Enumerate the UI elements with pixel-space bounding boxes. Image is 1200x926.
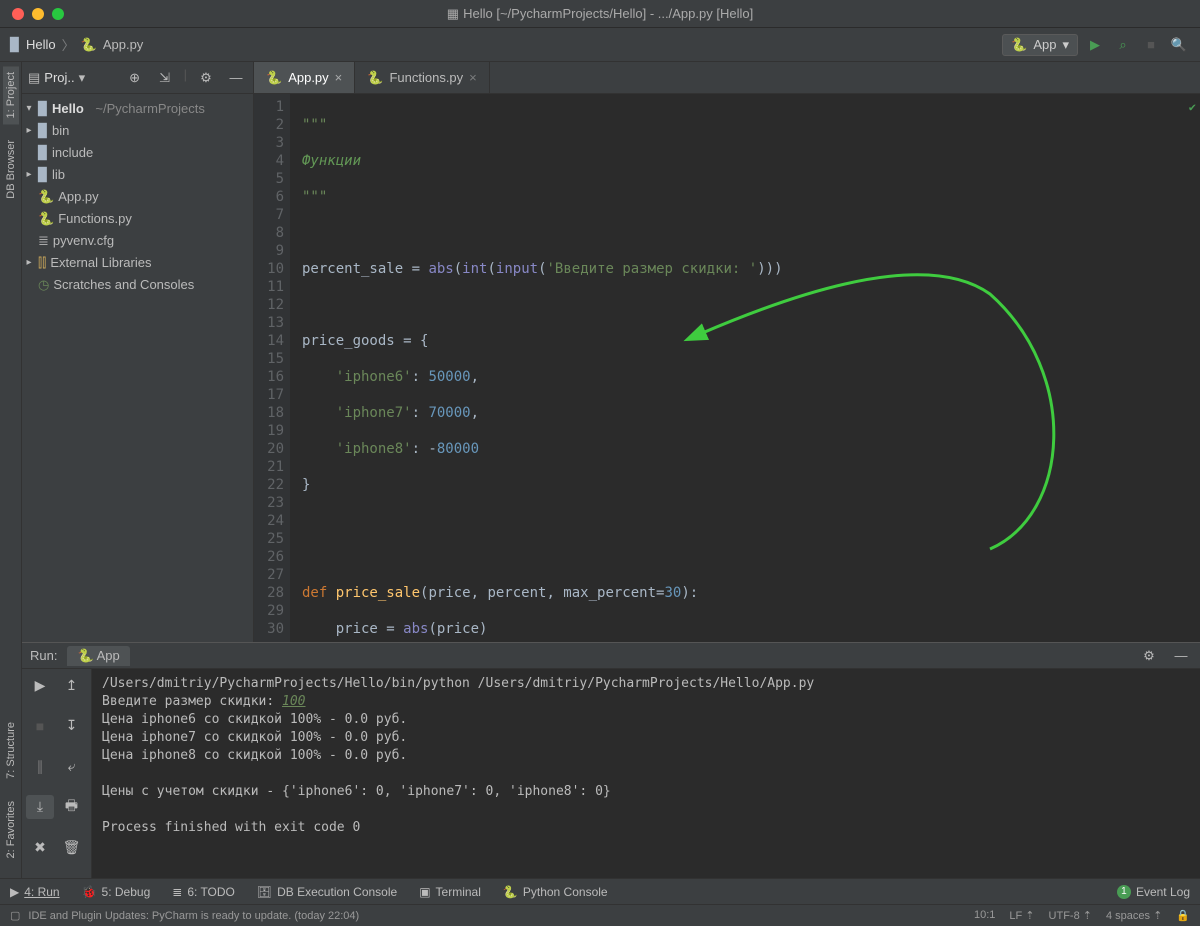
caret-position[interactable]: 10:1 [974,909,995,922]
project-tool-title: Proj.. [44,70,74,85]
run-configuration-selector[interactable]: 🐍 App ▾ [1002,34,1078,56]
python-icon: 🐍 [1011,37,1027,53]
console-output[interactable]: /Users/dmitriy/PycharmProjects/Hello/bin… [92,669,1200,878]
chevron-down-icon[interactable]: ▾ [79,70,86,86]
search-everywhere-icon[interactable]: 🔍 [1168,34,1190,56]
navigation-bar: ▉ Hello 〉 🐍 App.py 🐍 App ▾ ▶ ⌕ ■ 🔍 [0,28,1200,62]
debug-toolwindow-button[interactable]: 🐞 5: Debug [82,885,151,899]
pause-button[interactable]: ∥ [26,754,54,778]
python-console-button[interactable]: 🐍 Python Console [503,885,608,899]
debug-button[interactable]: ⌕ [1112,34,1134,56]
favorites-toolwindow-tab[interactable]: 2: Favorites [3,795,19,864]
tree-external-libs[interactable]: External Libraries [50,253,151,273]
trash-icon[interactable]: 🗑 [58,835,86,859]
status-message: IDE and Plugin Updates: PyCharm is ready… [28,910,359,922]
run-toolwindow-sidebar: ▶ ↥ ■ ↧ ∥ ⤶ ⤓ 🖶 ✖ 🗑 [22,669,92,878]
editor-tabs: 🐍 App.py × 🐍 Functions.py × [254,62,1200,94]
project-sidebar: ▤ Proj.. ▾ ⊕ ⇲ | ⚙ — ▾▉ Hello ~/PycharmP… [22,62,254,642]
run-button[interactable]: ▶ [1084,34,1106,56]
status-bar: ▢ IDE and Plugin Updates: PyCharm is rea… [0,904,1200,926]
tree-file-functions[interactable]: Functions.py [58,209,132,229]
step-down-icon[interactable]: ↧ [58,714,86,738]
tree-scratches[interactable]: Scratches and Consoles [53,275,194,295]
tab-functions[interactable]: 🐍 Functions.py × [355,62,489,93]
window-titlebar: ▦ Hello [~/PycharmProjects/Hello] - .../… [0,0,1200,28]
chevron-right-icon: 〉 [62,35,75,54]
rerun-button[interactable]: ▶ [26,673,54,697]
toolbar-right: 🐍 App ▾ ▶ ⌕ ■ 🔍 [1002,34,1190,56]
run-label: Run: [30,648,57,663]
console-stdin: 100 [282,694,305,709]
indent-setting[interactable]: 4 spaces ⇡ [1106,909,1162,922]
tab-label: App.py [288,70,328,85]
project-sidebar-header: ▤ Proj.. ▾ ⊕ ⇲ | ⚙ — [22,62,253,94]
tree-root-path: ~/PycharmProjects [95,99,204,119]
tree-file-pyvenv[interactable]: pyvenv.cfg [53,231,114,251]
zoom-window-icon[interactable] [52,8,64,20]
tab-label: Functions.py [389,70,463,85]
app-icon: ▦ [447,6,459,22]
todo-toolwindow-button[interactable]: ≣ 6: TODO [172,885,235,899]
project-icon: ▤ [28,70,40,86]
bottom-toolwindow-stripe: ▶ 4: Run 🐞 5: Debug ≣ 6: TODO 🗄 DB Execu… [0,878,1200,904]
breadcrumb-file[interactable]: App.py [103,37,143,52]
stop-button[interactable]: ■ [26,714,54,738]
python-file-icon: 🐍 [81,37,97,53]
folder-icon: ▉ [10,37,20,53]
run-tab[interactable]: 🐍 App [67,646,129,666]
close-icon[interactable]: ✖ [26,835,54,859]
db-browser-toolwindow-tab[interactable]: DB Browser [3,134,19,205]
file-encoding[interactable]: UTF-8 ⇡ [1049,909,1092,922]
project-tree[interactable]: ▾▉ Hello ~/PycharmProjects ▸▉ bin ▉ incl… [22,94,253,300]
print-icon[interactable]: 🖶 [58,795,86,819]
event-log-button[interactable]: 1 Event Log [1117,885,1190,899]
line-separator[interactable]: LF ⇡ [1009,909,1034,922]
step-up-icon[interactable]: ↥ [58,673,86,697]
terminal-toolwindow-button[interactable]: ▣ Terminal [419,885,481,899]
gear-icon[interactable]: ⚙ [1138,645,1160,667]
editor-area: 🐍 App.py × 🐍 Functions.py × ✔︎ 123456789… [254,62,1200,642]
close-icon[interactable]: × [469,70,477,85]
tree-folder-include[interactable]: include [52,143,93,163]
close-icon[interactable]: × [335,70,343,85]
close-window-icon[interactable] [12,8,24,20]
code-editor[interactable]: ✔︎ 1234567891011121314151617181920212223… [254,94,1200,642]
breadcrumb-project[interactable]: Hello [26,37,56,52]
tree-file-app[interactable]: App.py [58,187,98,207]
project-toolwindow-tab[interactable]: 1: Project [3,66,19,124]
tree-folder-lib[interactable]: lib [52,165,65,185]
lock-icon[interactable]: 🔒 [1176,909,1190,922]
breadcrumb[interactable]: ▉ Hello 〉 🐍 App.py [10,35,143,54]
tree-folder-bin[interactable]: bin [52,121,69,141]
stop-button[interactable]: ■ [1140,34,1162,56]
toolwindows-toggle-icon[interactable]: ▢ [10,909,20,922]
traffic-lights [0,8,64,20]
tree-root[interactable]: Hello [52,99,84,119]
hide-icon[interactable]: — [1170,645,1192,667]
gutter: 1234567891011121314151617181920212223242… [254,94,290,642]
run-toolwindow-header: Run: 🐍 App ⚙ — [22,643,1200,669]
minimize-window-icon[interactable] [32,8,44,20]
structure-toolwindow-tab[interactable]: 7: Structure [3,716,19,785]
window-title: ▦ Hello [~/PycharmProjects/Hello] - .../… [447,6,753,22]
hide-icon[interactable]: — [225,67,247,89]
tab-app[interactable]: 🐍 App.py × [254,62,355,93]
left-toolwindow-stripe: 1: Project DB Browser 7: Structure 2: Fa… [0,62,22,878]
run-toolwindow: Run: 🐍 App ⚙ — ▶ ↥ ■ ↧ ∥ ⤶ ⤓ 🖶 [22,642,1200,878]
run-config-label: App [1033,37,1056,52]
soft-wrap-icon[interactable]: ⤶ [58,754,86,778]
run-toolwindow-button[interactable]: ▶ 4: Run [10,885,60,899]
chevron-down-icon: ▾ [1062,37,1069,53]
gear-icon[interactable]: ⚙ [195,67,217,89]
collapse-all-icon[interactable]: ⇲ [154,67,176,89]
locate-icon[interactable]: ⊕ [124,67,146,89]
scroll-to-end-icon[interactable]: ⤓ [26,795,54,819]
db-console-button[interactable]: 🗄 DB Execution Console [257,885,397,899]
code-content[interactable]: """ Функции """ percent_sale = abs(int(i… [290,94,1200,642]
